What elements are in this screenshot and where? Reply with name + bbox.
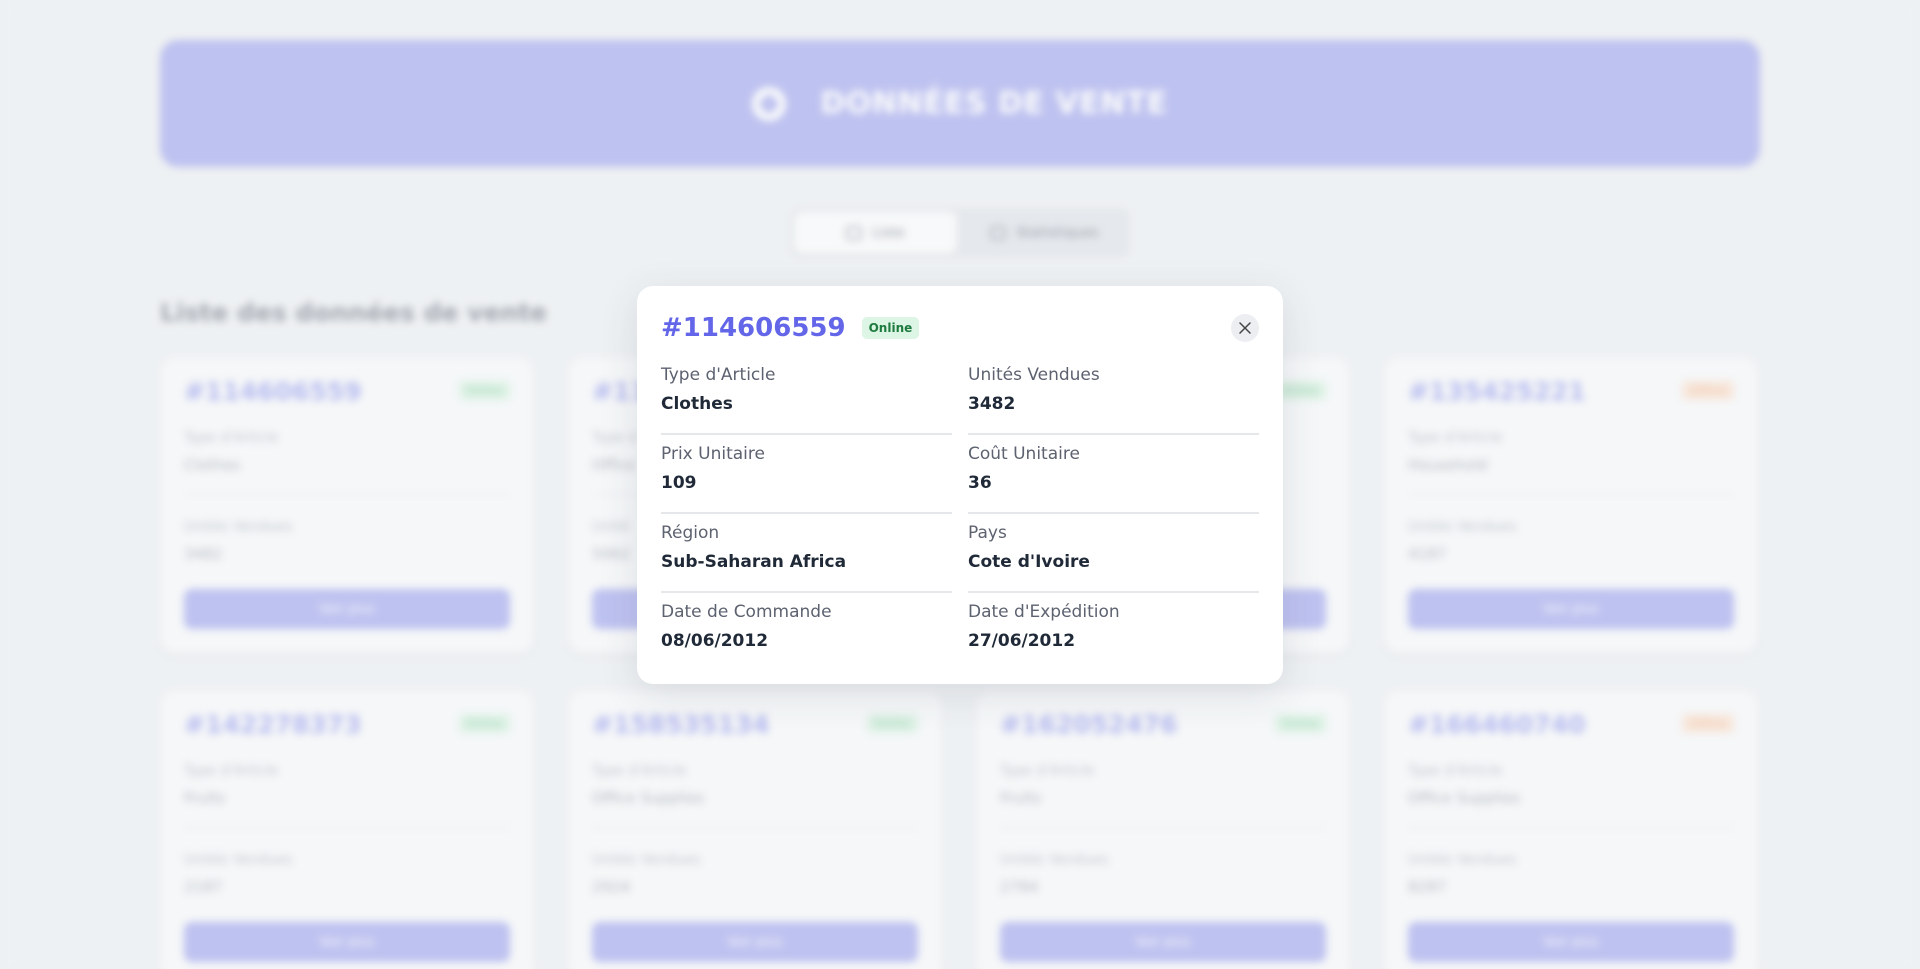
field-prix-unitaire: Prix Unitaire 109 — [661, 435, 952, 514]
field-label: Coût Unitaire — [968, 444, 1080, 464]
modal-header: #114606559 Online — [661, 308, 1259, 348]
detail-fields: Type d'Article Clothes Unités Vendues 34… — [661, 356, 1259, 672]
field-value: 109 — [661, 473, 697, 493]
field-label: Région — [661, 523, 720, 543]
field-label: Unités Vendues — [968, 365, 1100, 385]
field-value: Cote d'Ivoire — [968, 552, 1090, 572]
close-button[interactable] — [1231, 314, 1259, 342]
status-badge: Online — [861, 317, 920, 339]
modal-order-id: #114606559 — [661, 313, 846, 343]
field-date-expedition: Date d'Expédition 27/06/2012 — [968, 593, 1259, 672]
field-value: Sub-Saharan Africa — [661, 552, 847, 572]
field-unites-vendues: Unités Vendues 3482 — [968, 356, 1259, 435]
field-region: Région Sub-Saharan Africa — [661, 514, 952, 593]
field-value: 27/06/2012 — [968, 631, 1076, 651]
field-value: Clothes — [661, 394, 733, 414]
close-icon — [1239, 322, 1251, 334]
field-cout-unitaire: Coût Unitaire 36 — [968, 435, 1259, 514]
sale-detail-modal: #114606559 Online Type d'Article Clothes… — [637, 286, 1283, 684]
field-label: Pays — [968, 523, 1007, 543]
field-label: Date de Commande — [661, 602, 832, 622]
field-label: Type d'Article — [661, 365, 776, 385]
field-date-commande: Date de Commande 08/06/2012 — [661, 593, 952, 672]
field-value: 3482 — [968, 394, 1016, 414]
field-type-article: Type d'Article Clothes — [661, 356, 952, 435]
field-label: Date d'Expédition — [968, 602, 1120, 622]
field-pays: Pays Cote d'Ivoire — [968, 514, 1259, 593]
field-value: 08/06/2012 — [661, 631, 769, 651]
field-label: Prix Unitaire — [661, 444, 765, 464]
field-value: 36 — [968, 473, 992, 493]
